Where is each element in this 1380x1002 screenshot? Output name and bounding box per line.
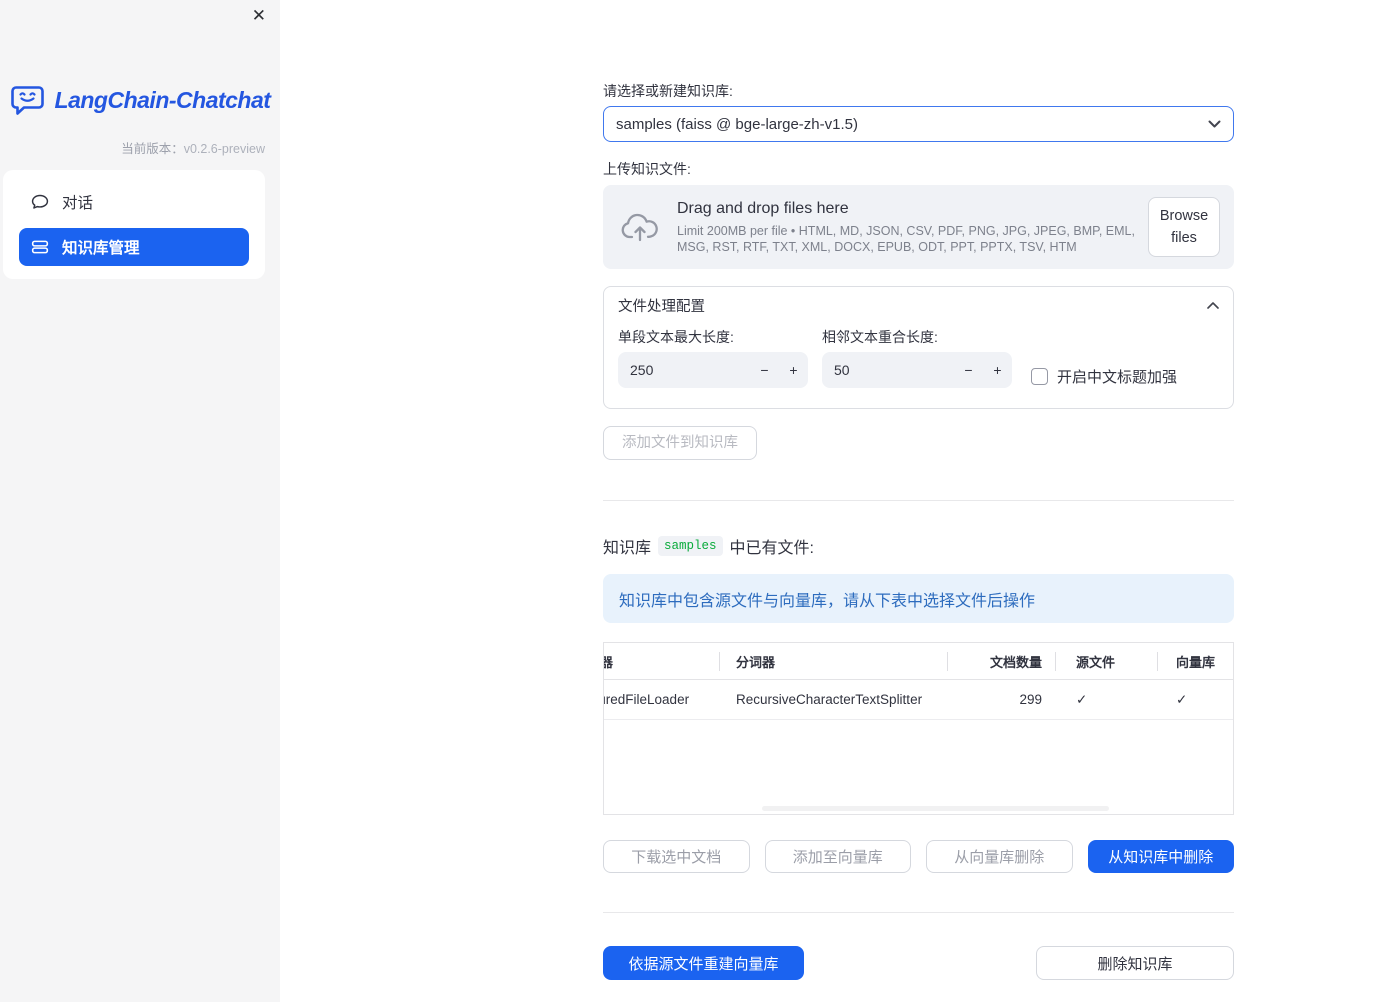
main-content: 请选择或新建知识库: samples (faiss @ bge-large-zh… xyxy=(603,0,1234,980)
upload-label: 上传知识文件: xyxy=(603,161,691,177)
cell-source-file-check: ✓ xyxy=(1076,691,1088,707)
kb-select[interactable]: samples (faiss @ bge-large-zh-v1.5) xyxy=(603,106,1234,142)
rebuild-vector-store-button[interactable]: 依据源文件重建向量库 xyxy=(603,946,804,980)
kb-files-prefix: 知识库 xyxy=(603,540,652,557)
overlap-size-label: 相邻文本重合长度: xyxy=(822,329,938,345)
file-config-expander: 文件处理配置 单段文本最大长度: − + 相邻文本重合 xyxy=(603,286,1234,409)
app-root: ✕ LangChain-Chatchat 当前版本：v0.2.6-preview xyxy=(0,0,1380,1002)
version-value: v0.2.6-preview xyxy=(183,142,265,156)
col-header-source-file[interactable]: 源文件 xyxy=(1055,652,1157,671)
zh-title-checkbox[interactable] xyxy=(1031,367,1048,385)
expander-header[interactable]: 文件处理配置 xyxy=(604,287,1233,323)
zh-title-checkbox-group: 开启中文标题加强 xyxy=(1031,358,1177,394)
download-selected-button[interactable]: 下载选中文档 xyxy=(603,840,750,873)
chevron-down-icon xyxy=(1208,120,1221,128)
divider xyxy=(603,912,1234,913)
horizontal-scrollbar[interactable] xyxy=(762,806,1109,811)
expander-body: 单段文本最大长度: − + 相邻文本重合长度: − + xyxy=(604,323,1233,408)
chunk-size-group: 单段文本最大长度: − + xyxy=(618,329,808,394)
col-header-splitter[interactable]: 分词器 xyxy=(719,652,947,671)
col-header-docs-count[interactable]: 文档数量 xyxy=(947,652,1055,671)
plus-icon[interactable]: + xyxy=(983,362,1012,378)
info-banner-text: 知识库中包含源文件与向量库，请从下表中选择文件后操作 xyxy=(619,592,1036,610)
kb-select-value: samples (faiss @ bge-large-zh-v1.5) xyxy=(616,115,858,133)
kb-actions: 依据源文件重建向量库 删除知识库 xyxy=(603,946,1234,980)
menu-item-dialogue[interactable]: 对话 xyxy=(19,183,249,221)
minus-icon[interactable]: − xyxy=(954,362,983,378)
menu-item-label: 对话 xyxy=(62,195,94,212)
menu-item-label: 知识库管理 xyxy=(62,240,140,257)
chevron-up-icon xyxy=(1207,301,1219,309)
upload-cloud-icon xyxy=(620,212,660,242)
menu-item-knowledge-base[interactable]: 知识库管理 xyxy=(19,228,249,266)
expander-title: 文件处理配置 xyxy=(618,298,705,315)
col-header-vector-store[interactable]: 向量库 xyxy=(1157,652,1233,671)
kb-files-line: 知识库 samples 中已有文件: xyxy=(603,534,1234,558)
kb-name-code: samples xyxy=(658,536,723,556)
column-separator xyxy=(1055,652,1056,671)
zh-title-checkbox-label: 开启中文标题加强 xyxy=(1057,368,1178,386)
cell-vector-store-check: ✓ xyxy=(1176,691,1188,707)
files-table[interactable]: 文档加载器 分词器 文档数量 源文件 向量库 UnstructuredFileL… xyxy=(603,642,1234,815)
cell-docs-count: 299 xyxy=(1019,692,1042,707)
overlap-size-input[interactable] xyxy=(822,362,954,378)
add-files-button[interactable]: 添加文件到知识库 xyxy=(603,426,757,460)
table-header-row: 文档加载器 分词器 文档数量 源文件 向量库 xyxy=(604,643,1233,680)
cell-loader: UnstructuredFileLoader xyxy=(604,692,690,707)
file-actions: 下载选中文档 添加至向量库 从向量库删除 从知识库中删除 xyxy=(603,840,1234,873)
overlap-size-group: 相邻文本重合长度: − + xyxy=(822,329,1012,394)
col-header-loader[interactable]: 文档加载器 xyxy=(604,652,719,671)
sidebar: ✕ LangChain-Chatchat 当前版本：v0.2.6-preview xyxy=(0,0,280,1002)
version-label: 当前版本： xyxy=(121,142,184,156)
kb-select-label: 请选择或新建知识库: xyxy=(603,83,733,99)
table-row[interactable]: UnstructuredFileLoader RecursiveCharacte… xyxy=(604,680,1233,720)
chunk-size-label: 单段文本最大长度: xyxy=(618,329,734,345)
browse-files-button[interactable]: Browse files xyxy=(1148,197,1220,257)
info-banner: 知识库中包含源文件与向量库，请从下表中选择文件后操作 xyxy=(603,574,1234,623)
close-sidebar-icon[interactable]: ✕ xyxy=(252,7,266,24)
delete-from-vector-button[interactable]: 从向量库删除 xyxy=(926,840,1073,873)
dropzone-text: Drag and drop files here Limit 200MB per… xyxy=(677,200,1148,255)
column-separator xyxy=(719,652,720,671)
column-separator xyxy=(1157,652,1158,671)
add-to-vector-button[interactable]: 添加至向量库 xyxy=(764,840,911,873)
chat-bubble-icon xyxy=(31,193,49,211)
logo-smiley-chat-icon xyxy=(10,84,46,116)
delete-kb-button[interactable]: 删除知识库 xyxy=(1036,946,1234,980)
delete-from-kb-button[interactable]: 从知识库中删除 xyxy=(1087,840,1234,873)
app-logo: LangChain-Chatchat xyxy=(0,84,280,116)
chunk-size-input-wrap: − + xyxy=(618,352,808,388)
sidebar-menu: 对话 知识库管理 xyxy=(3,170,265,279)
column-separator xyxy=(947,652,948,671)
cell-splitter: RecursiveCharacterTextSplitter xyxy=(736,692,923,707)
dropzone-title: Drag and drop files here xyxy=(677,199,849,217)
overlap-size-input-wrap: − + xyxy=(822,352,1012,388)
logo-text: LangChain-Chatchat xyxy=(54,86,271,113)
file-dropzone[interactable]: Drag and drop files here Limit 200MB per… xyxy=(603,185,1234,269)
minus-icon[interactable]: − xyxy=(750,362,779,378)
chunk-size-input[interactable] xyxy=(618,362,750,378)
divider xyxy=(603,500,1234,501)
version-info: 当前版本：v0.2.6-preview xyxy=(121,138,265,157)
plus-icon[interactable]: + xyxy=(779,362,808,378)
stacked-list-icon xyxy=(31,238,49,256)
kb-files-suffix: 中已有文件: xyxy=(729,540,814,557)
dropzone-limit: Limit 200MB per file • HTML, MD, JSON, C… xyxy=(677,223,1135,254)
